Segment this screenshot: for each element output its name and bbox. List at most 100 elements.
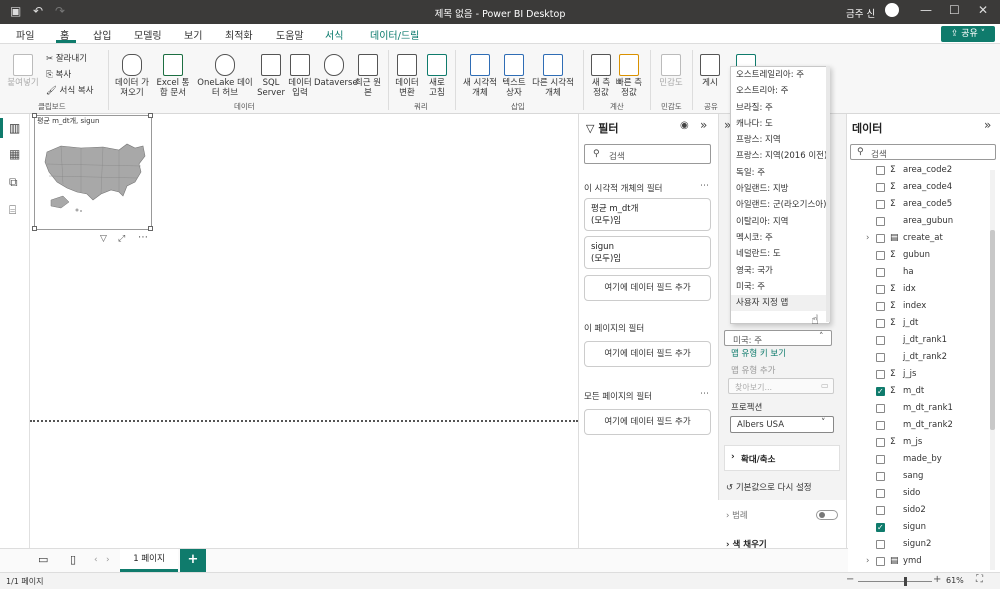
projection-select[interactable]: Albers USA ˅ — [730, 416, 834, 433]
field-row[interactable]: Σidx — [862, 281, 998, 298]
field-checkbox[interactable] — [876, 251, 885, 260]
sql-server-button[interactable]: SQL Server — [256, 54, 286, 98]
publish-button[interactable]: 게시 — [696, 54, 724, 88]
transform-data-button[interactable]: 데이터 변환 — [392, 54, 422, 98]
field-checkbox[interactable] — [876, 455, 885, 464]
field-row[interactable]: sigun2 — [862, 536, 998, 553]
field-row[interactable]: area_gubun — [862, 213, 998, 230]
new-measure-button[interactable]: 새 측정값 — [588, 54, 614, 98]
field-row[interactable]: Σindex — [862, 298, 998, 315]
tab-insert[interactable]: 삽입 — [93, 27, 111, 42]
excel-button[interactable]: Excel 통합 문서 — [154, 54, 192, 98]
map-type-option[interactable]: 프랑스: 지역 — [731, 132, 829, 148]
field-checkbox[interactable] — [876, 370, 885, 379]
resize-handle[interactable] — [32, 113, 37, 118]
field-row[interactable]: sang — [862, 468, 998, 485]
mobile-layout-icon[interactable]: ▯ — [70, 553, 76, 566]
field-checkbox[interactable] — [876, 519, 885, 536]
chevron-right-icon[interactable]: › — [866, 230, 869, 247]
legend-row[interactable]: › 범례 — [726, 509, 748, 521]
copy-button[interactable]: ⎘ 복사 — [46, 68, 71, 80]
field-row[interactable]: Σj_js — [862, 366, 998, 383]
prev-page-icon[interactable]: ‹ — [94, 555, 98, 565]
field-checkbox[interactable] — [876, 285, 885, 294]
tab-data-drill[interactable]: 데이터/드릴 — [370, 27, 419, 42]
resize-handle[interactable] — [148, 113, 153, 118]
model-view-icon[interactable]: ⧉ — [9, 175, 18, 190]
map-type-option[interactable]: 브라질: 주 — [731, 100, 829, 116]
view-map-type-link[interactable]: 맵 유형 키 보기 — [731, 347, 786, 359]
map-type-option[interactable]: 오스트레일리아: 주 — [731, 67, 829, 83]
map-visual[interactable]: 평균 m_dt개, sigun — [32, 113, 153, 231]
field-row[interactable]: made_by — [862, 451, 998, 468]
field-checkbox[interactable] — [876, 302, 885, 311]
table-view-icon[interactable]: ▦ — [9, 147, 20, 161]
field-row[interactable]: j_dt_rank1 — [862, 332, 998, 349]
dropdown-scrollbar[interactable] — [826, 66, 830, 322]
field-checkbox[interactable] — [876, 200, 885, 209]
field-checkbox[interactable] — [876, 166, 885, 175]
data-scrollbar[interactable] — [990, 170, 995, 570]
field-row[interactable]: sido — [862, 485, 998, 502]
share-button[interactable]: ⇪ 공유 ˅ — [941, 26, 995, 42]
filter-card[interactable]: sigun (모두)임 — [584, 236, 711, 269]
field-checkbox[interactable] — [876, 506, 885, 515]
desktop-layout-icon[interactable]: ▭ — [38, 553, 48, 566]
tab-modeling[interactable]: 모델링 — [134, 27, 162, 42]
field-checkbox[interactable] — [876, 353, 885, 362]
field-row[interactable]: Σarea_code5 — [862, 196, 998, 213]
report-view-icon[interactable]: ▥ — [9, 121, 20, 135]
map-type-option[interactable]: 프랑스: 지역(2016 이전) — [731, 148, 829, 164]
field-row[interactable]: Σm_js — [862, 434, 998, 451]
dax-view-icon[interactable]: ⌸ — [9, 203, 16, 218]
text-box-button[interactable]: 텍스트 상자 — [500, 54, 528, 98]
add-field-dropzone[interactable]: 여기에 데이터 필드 추가 — [584, 275, 711, 301]
field-checkbox[interactable] — [876, 183, 885, 192]
field-row[interactable]: sigun — [862, 519, 998, 536]
zoom-out-icon[interactable]: − — [846, 574, 854, 585]
map-type-option[interactable]: 미국: 주 — [731, 279, 829, 295]
add-field-dropzone[interactable]: 여기에 데이터 필드 추가 — [584, 409, 711, 435]
onelake-button[interactable]: OneLake 데이터 허브 — [194, 54, 256, 98]
resize-handle[interactable] — [32, 226, 37, 231]
zoom-section[interactable]: › 확대/축소 — [724, 445, 840, 471]
tab-format[interactable]: 서식 — [325, 27, 343, 42]
map-type-option[interactable]: 아일랜드: 군(라오기스아) — [731, 197, 829, 213]
field-row[interactable]: m_dt_rank2 — [862, 417, 998, 434]
refresh-button[interactable]: 새로 고침 — [424, 54, 450, 98]
field-row[interactable]: Σj_dt — [862, 315, 998, 332]
avatar[interactable] — [885, 3, 899, 17]
more-options-icon[interactable]: ⋯ — [700, 181, 709, 191]
zoom-slider-thumb[interactable] — [904, 577, 907, 586]
filter-search-input[interactable]: ⚲ 검색 — [584, 144, 711, 164]
visual-filter-icon[interactable]: ▽ — [100, 234, 107, 244]
sensitivity-button[interactable]: 민감도 — [654, 54, 688, 88]
fit-to-page-icon[interactable]: ⛶ — [976, 574, 983, 585]
reset-button[interactable]: ↺ 기본값으로 다시 설정 — [726, 481, 812, 493]
tab-view[interactable]: 보기 — [184, 27, 202, 42]
field-checkbox[interactable] — [876, 319, 885, 328]
data-search-input[interactable]: ⚲ 검색 — [850, 144, 996, 160]
enter-data-button[interactable]: 데이터 입력 — [286, 54, 314, 98]
quick-measure-button[interactable]: 빠른 측정값 — [614, 54, 644, 98]
map-type-select[interactable]: 미국: 주 ˄ — [724, 330, 832, 346]
field-row[interactable]: Σgubun — [862, 247, 998, 264]
field-checkbox[interactable] — [876, 336, 885, 345]
field-checkbox[interactable] — [876, 383, 885, 400]
field-row[interactable]: sido2 — [862, 502, 998, 519]
field-row[interactable]: Σarea_code4 — [862, 179, 998, 196]
zoom-slider[interactable] — [858, 581, 932, 582]
map-type-option[interactable]: 영국: 국가 — [731, 263, 829, 279]
field-checkbox[interactable] — [876, 421, 885, 430]
scrollbar-thumb[interactable] — [990, 230, 995, 430]
legend-toggle[interactable] — [816, 510, 838, 520]
paste-button[interactable]: 붙여넣기 — [6, 54, 40, 88]
add-field-dropzone[interactable]: 여기에 데이터 필드 추가 — [584, 341, 711, 367]
field-row[interactable]: Σarea_code2 — [862, 162, 998, 179]
field-checkbox[interactable] — [876, 557, 885, 566]
field-checkbox[interactable] — [876, 404, 885, 413]
add-page-button[interactable]: + — [180, 549, 206, 572]
field-checkbox[interactable] — [876, 217, 885, 226]
page-tab[interactable]: 1 페이지 — [120, 549, 178, 572]
resize-handle[interactable] — [148, 226, 153, 231]
